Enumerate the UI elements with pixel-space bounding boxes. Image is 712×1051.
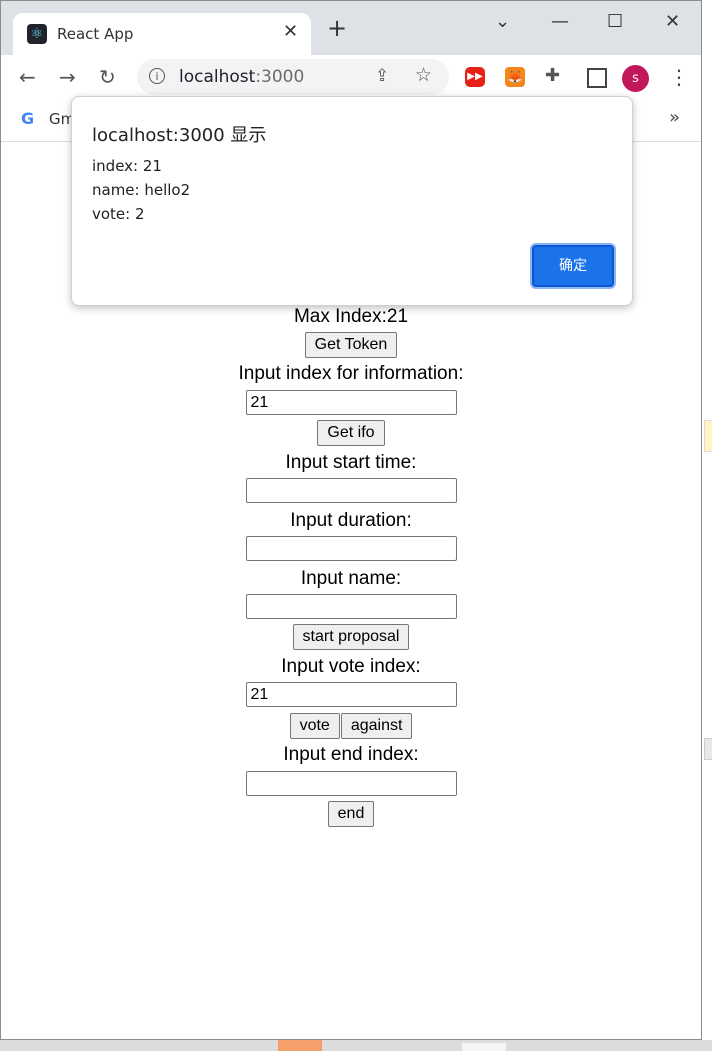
duration-input[interactable] (245, 536, 457, 561)
taskbar-edge (0, 1040, 712, 1051)
background-window-edge (702, 0, 712, 1051)
url-port: :3000 (255, 67, 305, 87)
reload-icon[interactable]: ↻ (99, 65, 116, 89)
bookmarks-more-icon[interactable]: » (669, 107, 680, 128)
back-icon[interactable]: ← (19, 65, 36, 89)
forward-icon[interactable]: → (59, 65, 76, 89)
end-button[interactable]: end (327, 801, 375, 827)
vote-index-label: Input vote index: (281, 656, 421, 677)
toolbar: ← → ↻ i localhost:3000 ⇪ ☆ ▶▶ 🦊 ✚ s ⋮ (1, 55, 701, 99)
name-input[interactable] (245, 594, 457, 619)
avatar[interactable]: s (622, 65, 649, 92)
dialog-line-name: name: hello2 (92, 181, 191, 199)
info-icon[interactable]: i (149, 68, 165, 84)
taskbar-fragment (278, 1040, 322, 1051)
dialog-line-vote: vote: 2 (92, 205, 145, 223)
metamask-icon[interactable]: 🦊 (505, 67, 525, 87)
info-index-input[interactable] (245, 390, 457, 415)
alert-dialog: localhost:3000 显示 index: 21 name: hello2… (71, 96, 633, 306)
side-panel-icon[interactable] (587, 68, 607, 88)
new-tab-icon[interactable]: + (327, 16, 347, 40)
chevron-down-icon[interactable]: ⌄ (495, 11, 510, 32)
duration-label: Input duration: (290, 510, 412, 531)
tab-react-app[interactable]: ⚛ React App ✕ (13, 13, 311, 55)
dialog-title: localhost:3000 显示 (92, 125, 267, 146)
extensions-puzzle-icon[interactable]: ✚ (545, 65, 565, 86)
start-time-label: Input start time: (285, 452, 417, 473)
menu-icon[interactable]: ⋮ (669, 65, 689, 89)
close-window-icon[interactable]: ✕ (665, 11, 680, 32)
taskbar-fragment (462, 1043, 506, 1051)
minimize-icon[interactable]: — (551, 11, 569, 32)
dialog-line-index: index: 21 (92, 157, 162, 175)
start-proposal-button[interactable]: start proposal (292, 624, 410, 650)
close-tab-icon[interactable]: ✕ (283, 21, 298, 42)
tab-strip: ⚛ React App ✕ + ⌄ — ☐ ✕ (1, 1, 701, 55)
name-label: Input name: (300, 568, 402, 589)
youtube-extension-icon[interactable]: ▶▶ (465, 67, 485, 87)
google-icon: G (21, 109, 35, 128)
background-fragment (704, 420, 712, 452)
address-bar[interactable]: i localhost:3000 ⇪ ☆ (137, 59, 449, 95)
against-button[interactable]: against (340, 713, 413, 739)
url-text: localhost:3000 (179, 67, 304, 87)
get-token-button[interactable]: Get Token (304, 332, 398, 358)
info-index-label: Input index for information: (238, 363, 464, 384)
react-icon: ⚛ (27, 24, 47, 44)
ok-button[interactable]: 确定 (532, 245, 614, 287)
end-index-input[interactable] (245, 771, 457, 796)
maximize-icon[interactable]: ☐ (607, 11, 623, 32)
url-host: localhost (179, 67, 256, 87)
background-fragment (704, 738, 712, 760)
vote-button[interactable]: vote (289, 713, 340, 739)
vote-index-input[interactable] (245, 682, 457, 707)
max-index-text: Max Index:21 (293, 306, 409, 327)
share-icon[interactable]: ⇪ (375, 66, 389, 86)
star-icon[interactable]: ☆ (415, 64, 432, 86)
tab-title: React App (57, 25, 134, 43)
end-index-label: Input end index: (283, 744, 419, 765)
browser-window: ⚛ React App ✕ + ⌄ — ☐ ✕ ← → ↻ i localhos… (0, 0, 702, 1040)
start-time-input[interactable] (245, 478, 457, 503)
get-info-button[interactable]: Get ifo (317, 420, 385, 446)
